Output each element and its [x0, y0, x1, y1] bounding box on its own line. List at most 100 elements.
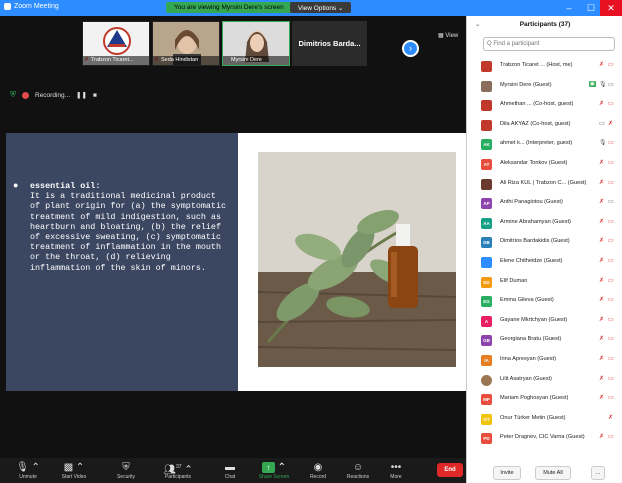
participant-row[interactable]: PD Peter Dragnev, CIC Varna (Guest) ✗ ▭ [467, 429, 622, 449]
shield-icon: ⛨ [10, 90, 16, 99]
unmute-button[interactable]: 🎙︎ ⌃ Unmute [6, 461, 50, 483]
people-icon: 👥︎37 ⌃ [163, 464, 193, 476]
tile-name: Trabzon Ticaret... [83, 56, 149, 65]
avatar: PD [481, 433, 492, 445]
avatar: ED [481, 276, 492, 288]
video-off-icon: ▭ [599, 120, 605, 127]
mic-off-icon: ✗ [599, 395, 605, 402]
participant-search-input[interactable]: Q Find a participant [483, 37, 615, 51]
stop-icon[interactable]: ■ [93, 92, 97, 99]
mic-on-icon: 🎙︎ [599, 140, 607, 147]
video-off-icon: ▩ ⌃ [63, 462, 85, 473]
video-off-icon: ▭ [608, 336, 614, 343]
video-off-icon: ▭ [608, 218, 614, 225]
participant-row[interactable]: AP Anthi Panagiotou (Guest) ✗ ▭ [467, 194, 622, 214]
participant-row[interactable]: AT Aleksandar Tonkov (Guest) ✗ ▭ [467, 155, 622, 175]
participant-row[interactable]: Elene Chitheidze (Guest) ✗ ▭ [467, 253, 622, 273]
participant-row[interactable]: GB Georgiana Bratu (Guest) ✗ ▭ [467, 331, 622, 351]
title-bar: Zoom Meeting You are viewing Myrsini Der… [0, 0, 622, 16]
more-button[interactable]: ••• More [374, 461, 418, 483]
view-button[interactable]: ▦ View [438, 32, 458, 39]
view-options-button[interactable]: View Options ⌄ [290, 2, 352, 13]
pause-icon[interactable]: ❚❚ [76, 91, 87, 99]
mic-off-icon: ✗ [599, 218, 605, 225]
mic-off-icon: ✗ [599, 238, 605, 245]
participant-row[interactable]: Ahmethan ... (Co-host, guest) ✗ ▭ [467, 96, 622, 116]
chat-icon: ▬ [225, 462, 235, 473]
video-tile[interactable]: Myrsini Dere [222, 21, 290, 66]
maximize-button[interactable]: ☐ [580, 0, 602, 16]
participant-row[interactable]: Lilit Asatryan (Guest) ✗ ▭ [467, 371, 622, 391]
avatar: OT [481, 413, 492, 425]
avatar [481, 119, 492, 131]
invite-button[interactable]: Invite [493, 466, 521, 480]
mic-off-icon: ✗ [608, 414, 614, 421]
participant-row[interactable]: Dila AKYAZ (Co-host, guest) ▭ ✗ [467, 116, 622, 136]
minimize-button[interactable]: – [558, 0, 580, 16]
participant-count: 37 [175, 464, 182, 470]
video-tile[interactable]: ✗ Seda Hindistan [152, 21, 220, 66]
record-icon: ◉ [313, 462, 323, 473]
start-video-button[interactable]: ▩ ⌃ Start Video [52, 461, 96, 483]
close-button[interactable]: ✕ [600, 0, 622, 16]
more-icon: ••• [390, 462, 402, 473]
mic-off-icon: ✗ [599, 375, 605, 382]
slide-bullet: ● essential oil: It is a traditional med… [13, 181, 230, 273]
participant-row[interactable]: AA Armine Abrahamyan (Guest) ✗ ▭ [467, 214, 622, 234]
meeting-toolbar: 🎙︎ ⌃ Unmute ▩ ⌃ Start Video ⛨ Security 👥… [0, 458, 466, 483]
video-tile-name-only[interactable]: Dimitrios Barda... [292, 21, 367, 66]
end-meeting-button[interactable]: End [437, 463, 463, 477]
participant-row[interactable]: Myrsini Dere (Guest) ▣ 🎙︎ ▭ [467, 77, 622, 97]
panel-title: Participants (37) [519, 21, 571, 28]
avatar: A [481, 315, 492, 327]
more-options-button[interactable]: ... [591, 466, 605, 480]
video-off-icon: ▭ [608, 277, 614, 284]
security-button[interactable]: ⛨ Security [104, 461, 148, 483]
mic-off-icon: ✗ [599, 316, 605, 323]
window-title: Zoom Meeting [14, 3, 59, 10]
chevron-down-icon[interactable]: ⌄ [475, 16, 480, 34]
chat-button[interactable]: ▬ Chat [208, 461, 252, 483]
avatar: AK [481, 139, 492, 151]
participant-row[interactable]: IA Irina Apresyan (Guest) ✗ ▭ [467, 351, 622, 371]
participant-row[interactable]: DB Dimitrios Bardakidis (Guest) ✗ ▭ [467, 233, 622, 253]
slide-body: It is a traditional medicinal product of… [30, 191, 227, 273]
mic-off-icon: ✗ [599, 101, 605, 108]
participant-row[interactable]: A Gayane Mkrtchyan (Guest) ✗ ▭ [467, 312, 622, 332]
participant-row[interactable]: Ali Riza KUL | Trabzon C... (Guest) ✗ ▭ [467, 175, 622, 195]
participant-row[interactable]: OT Onur Türker Metin (Guest) ✗ [467, 410, 622, 430]
recording-bar: ⛨ Recording... ❚❚ ■ [10, 90, 97, 100]
video-off-icon: ▭ [608, 316, 614, 323]
mic-off-icon: ✗ [599, 62, 605, 68]
video-strip: ✗ Trabzon Ticaret... ✗ Seda Hindistan My… [82, 21, 422, 79]
bullet-icon: ● [13, 181, 19, 191]
participant-row[interactable]: MP Mariam Poghosyan (Guest) ✗ ▭ [467, 390, 622, 410]
participant-row[interactable]: ED Elif Duman ✗ ▭ [467, 273, 622, 293]
chevron-right-icon[interactable]: › [402, 40, 419, 57]
video-off-icon: ▭ [608, 179, 614, 186]
record-button[interactable]: ◉ Record [296, 461, 340, 483]
shared-screen: ● essential oil: It is a traditional med… [6, 133, 471, 391]
recording-label: Recording... [35, 91, 71, 99]
video-off-icon: ▭ [608, 434, 614, 441]
participant-row[interactable]: EG Emma Gileva (Guest) ✗ ▭ [467, 292, 622, 312]
participant-row[interactable]: AK ahmet k... (Interpreter, guest) 🎙︎ ▭ [467, 135, 622, 155]
video-on-icon: ▭ [608, 199, 614, 206]
mic-off-icon: ✗ [599, 199, 605, 206]
avatar: GB [481, 335, 492, 347]
video-off-icon: ▭ [608, 297, 614, 304]
video-on-icon: ▭ [608, 81, 614, 88]
participants-panel: ⌄ Participants (37) Q Find a participant… [466, 16, 622, 483]
participants-button[interactable]: 👥︎37 ⌃ Participants [156, 461, 200, 483]
video-off-icon: ▭ [608, 355, 614, 362]
avatar: MP [481, 394, 492, 406]
panel-footer: Invite Mute All ... [467, 466, 622, 483]
mute-all-button[interactable]: Mute All [535, 466, 571, 480]
participant-row[interactable]: Trabzon Ticaret ... (Host, me) ✗ ▭ [467, 57, 622, 77]
video-off-icon: ▭ [608, 257, 614, 264]
video-tile[interactable]: ✗ Trabzon Ticaret... [82, 21, 150, 66]
mic-off-icon: ✗ [599, 434, 605, 441]
mic-off-icon: ✗ [599, 297, 605, 304]
share-screen-button[interactable]: ↑ ⌃ Share Screen [252, 461, 296, 483]
slide-text-panel: ● essential oil: It is a traditional med… [6, 133, 238, 391]
